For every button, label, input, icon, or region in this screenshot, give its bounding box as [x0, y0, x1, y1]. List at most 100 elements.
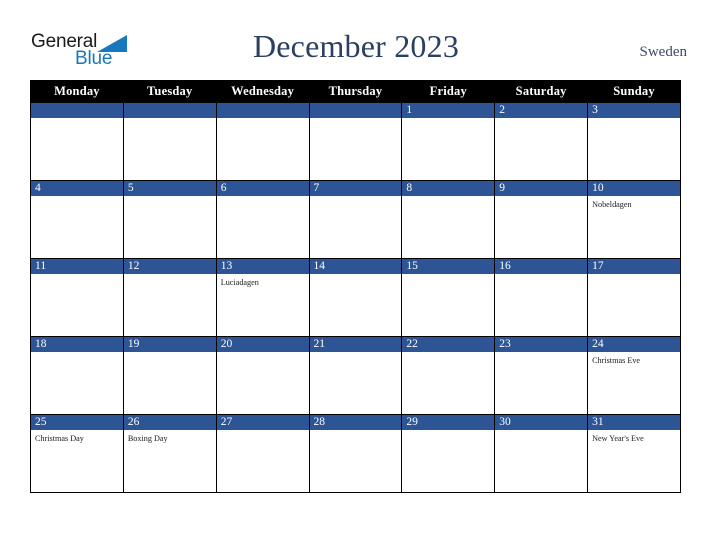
weekday-header-wednesday: Wednesday	[215, 80, 310, 103]
day-event	[124, 352, 216, 356]
day-cell[interactable]: 12	[122, 258, 217, 337]
day-cell[interactable]: 25 Christmas Day	[30, 414, 124, 493]
day-event	[495, 118, 587, 122]
day-event	[310, 274, 402, 278]
week-row: 11 12 13 Luciadagen 14 15 16 17	[30, 258, 681, 337]
day-cell[interactable]: 28	[308, 414, 403, 493]
day-cell[interactable]: 14	[308, 258, 403, 337]
day-event: Christmas Eve	[592, 356, 641, 365]
day-number: 14	[309, 259, 402, 274]
day-number: 27	[216, 415, 309, 430]
day-event	[310, 196, 402, 200]
day-event	[402, 118, 494, 122]
day-number: 24	[588, 337, 680, 352]
day-event	[217, 430, 309, 434]
day-number: 22	[402, 337, 495, 352]
day-number: 21	[309, 337, 402, 352]
day-cell[interactable]: 7	[308, 180, 403, 259]
day-number: 3	[588, 103, 680, 118]
day-cell[interactable]: 6	[215, 180, 310, 259]
day-cell[interactable]: 13 Luciadagen	[215, 258, 310, 337]
day-number: 17	[588, 259, 680, 274]
day-cell[interactable]	[215, 102, 310, 181]
day-number: 25	[31, 415, 123, 430]
day-cell[interactable]	[308, 102, 403, 181]
day-number	[216, 103, 309, 118]
page-header: General Blue December 2023 Sweden	[0, 0, 712, 78]
day-number: 2	[495, 103, 588, 118]
day-cell[interactable]: 19	[122, 336, 217, 415]
day-cell[interactable]: 8	[401, 180, 496, 259]
day-number	[309, 103, 402, 118]
week-row: 25 Christmas Day 26 Boxing Day 27 28 29 30…	[30, 414, 681, 493]
day-event	[310, 430, 402, 434]
day-event	[588, 118, 680, 122]
day-event	[217, 196, 309, 200]
day-number: 11	[31, 259, 123, 274]
day-number: 31	[588, 415, 680, 430]
day-event	[31, 274, 123, 278]
day-event	[588, 274, 680, 278]
day-cell[interactable]	[30, 102, 124, 181]
day-event	[217, 118, 309, 122]
day-event	[495, 274, 587, 278]
day-cell[interactable]: 24 Christmas Eve	[587, 336, 681, 415]
day-number: 20	[216, 337, 309, 352]
day-number: 23	[495, 337, 588, 352]
day-cell[interactable]: 17	[587, 258, 681, 337]
day-cell[interactable]: 27	[215, 414, 310, 493]
day-cell[interactable]: 22	[401, 336, 496, 415]
day-event	[495, 196, 587, 200]
day-event	[310, 352, 402, 356]
day-number: 18	[31, 337, 123, 352]
day-number: 28	[309, 415, 402, 430]
day-cell[interactable]: 21	[308, 336, 403, 415]
day-event: Luciadagen	[220, 278, 259, 287]
page-title: December 2023	[252, 28, 460, 64]
weekday-header-sunday: Sunday	[587, 80, 681, 103]
day-event	[402, 352, 494, 356]
day-cell[interactable]: 15	[401, 258, 496, 337]
day-event	[31, 352, 123, 356]
day-cell[interactable]: 2	[494, 102, 589, 181]
day-cell[interactable]: 23	[494, 336, 589, 415]
calendar-page: General Blue December 2023 Sweden Monday…	[0, 0, 712, 550]
day-cell[interactable]: 9	[494, 180, 589, 259]
day-number: 26	[123, 415, 216, 430]
day-cell[interactable]: 4	[30, 180, 124, 259]
day-event	[124, 118, 216, 122]
week-row: 1 2 3	[30, 102, 681, 181]
day-cell[interactable]: 5	[122, 180, 217, 259]
day-number: 16	[495, 259, 588, 274]
day-cell[interactable]: 16	[494, 258, 589, 337]
day-number: 10	[588, 181, 680, 196]
day-cell[interactable]: 3	[587, 102, 681, 181]
weekday-header-thursday: Thursday	[308, 80, 403, 103]
day-event	[31, 118, 123, 122]
day-cell[interactable]	[122, 102, 217, 181]
day-number: 7	[309, 181, 402, 196]
day-cell[interactable]: 31 New Year's Eve	[587, 414, 681, 493]
day-event: Boxing Day	[127, 434, 168, 443]
day-number: 8	[402, 181, 495, 196]
day-cell[interactable]: 29	[401, 414, 496, 493]
day-event	[402, 196, 494, 200]
day-cell[interactable]: 10 Nobeldagen	[587, 180, 681, 259]
day-cell[interactable]: 26 Boxing Day	[122, 414, 217, 493]
weekday-header-row: Monday Tuesday Wednesday Thursday Friday…	[30, 80, 681, 103]
day-number: 12	[123, 259, 216, 274]
day-number: 15	[402, 259, 495, 274]
country-label: Sweden	[639, 44, 688, 60]
day-cell[interactable]: 1	[401, 102, 496, 181]
day-event	[310, 118, 402, 122]
week-row: 18 19 20 21 22 23 24 Christmas Eve	[30, 336, 681, 415]
day-cell[interactable]: 20	[215, 336, 310, 415]
day-cell[interactable]: 30	[494, 414, 589, 493]
day-event	[495, 352, 587, 356]
day-number: 9	[495, 181, 588, 196]
day-event	[402, 430, 494, 434]
day-cell[interactable]: 11	[30, 258, 124, 337]
day-cell[interactable]: 18	[30, 336, 124, 415]
weekday-header-saturday: Saturday	[494, 80, 589, 103]
calendar-grid: Monday Tuesday Wednesday Thursday Friday…	[30, 80, 681, 493]
